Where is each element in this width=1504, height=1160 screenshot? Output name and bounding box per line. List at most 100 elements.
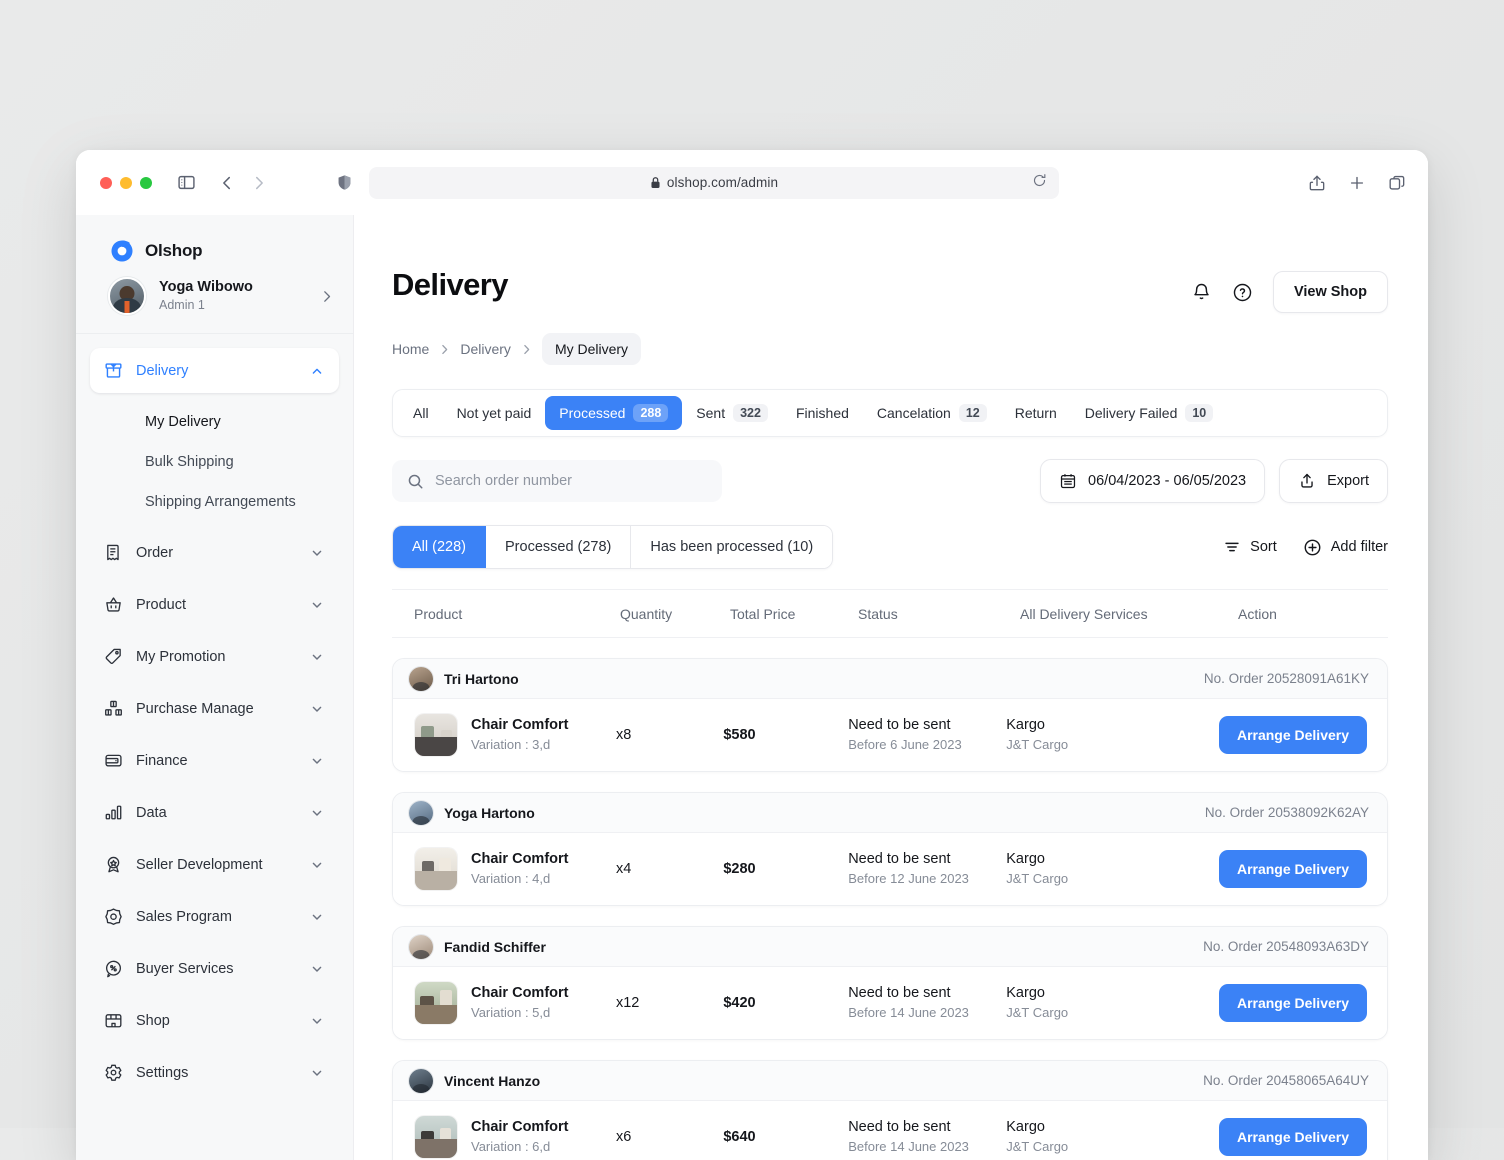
chevron-down-icon[interactable] bbox=[309, 857, 325, 873]
shield-icon[interactable] bbox=[336, 174, 353, 191]
chevron-down-icon[interactable] bbox=[309, 909, 325, 925]
chevron-up-icon[interactable] bbox=[309, 363, 325, 379]
total-price-cell: $280 bbox=[723, 861, 756, 877]
chevron-right-icon[interactable] bbox=[318, 288, 335, 305]
chevron-down-icon[interactable] bbox=[309, 545, 325, 561]
breadcrumb-home[interactable]: Home bbox=[392, 341, 429, 357]
order-body: Chair Comfort Variation : 3,d x8 $580 Ne… bbox=[393, 699, 1387, 771]
sidebar-item-order[interactable]: Order bbox=[90, 530, 339, 575]
chevron-down-icon[interactable] bbox=[309, 701, 325, 717]
chevron-down-icon[interactable] bbox=[309, 1065, 325, 1081]
total-price-cell: $640 bbox=[723, 1129, 756, 1145]
maximize-window-button[interactable] bbox=[140, 176, 152, 189]
product-variation: Variation : 6,d bbox=[471, 1138, 551, 1154]
segment-has-been-processed[interactable]: Has been processed (10) bbox=[631, 526, 833, 568]
sidebar-item-shop[interactable]: Shop bbox=[90, 998, 339, 1043]
sidebar-item-seller-development[interactable]: Seller Development bbox=[90, 842, 339, 887]
address-bar[interactable]: olshop.com/admin bbox=[369, 166, 1059, 199]
chevron-down-icon[interactable] bbox=[309, 805, 325, 821]
sidebar-item-purchase-manage[interactable]: Purchase Manage bbox=[90, 686, 339, 731]
sidebar-item-bulk-shipping[interactable]: Bulk Shipping bbox=[90, 442, 339, 482]
help-circle-icon[interactable] bbox=[1232, 282, 1253, 303]
status-tab-bar: All Not yet paid Processed 288 Sent 322 … bbox=[392, 389, 1388, 437]
browser-actions bbox=[1248, 174, 1406, 192]
tab-delivery-failed[interactable]: Delivery Failed 10 bbox=[1071, 396, 1228, 430]
chevron-down-icon[interactable] bbox=[309, 649, 325, 665]
plus-icon[interactable] bbox=[1348, 174, 1366, 192]
sidebar-item-delivery[interactable]: Delivery bbox=[90, 348, 339, 393]
sidebar-item-settings[interactable]: Settings bbox=[90, 1050, 339, 1095]
tab-return[interactable]: Return bbox=[1001, 396, 1071, 430]
buyer[interactable]: Yoga Hartono bbox=[409, 800, 535, 825]
sidebar-item-buyer-services[interactable]: Buyer Services bbox=[90, 946, 339, 991]
tabs-overview-icon[interactable] bbox=[1388, 174, 1406, 192]
basket-icon bbox=[103, 595, 123, 615]
tab-processed[interactable]: Processed 288 bbox=[545, 396, 683, 430]
sidebar-item-label: Buyer Services bbox=[136, 960, 234, 977]
chevron-down-icon[interactable] bbox=[309, 597, 325, 613]
quantity-cell: x8 bbox=[615, 727, 632, 743]
search-box[interactable] bbox=[392, 460, 722, 502]
search-input[interactable] bbox=[435, 473, 707, 489]
sidebar-item-finance[interactable]: Finance bbox=[90, 738, 339, 783]
chevron-right-icon bbox=[520, 343, 533, 356]
view-shop-button[interactable]: View Shop bbox=[1272, 271, 1388, 313]
bell-icon[interactable] bbox=[1191, 282, 1212, 303]
arrange-delivery-button[interactable]: Arrange Delivery bbox=[1218, 984, 1368, 1022]
buyer[interactable]: Fandid Schiffer bbox=[409, 934, 546, 959]
tag-icon bbox=[103, 647, 123, 667]
buyer[interactable]: Vincent Hanzo bbox=[409, 1068, 540, 1093]
sidebar-toggle-icon[interactable] bbox=[177, 173, 196, 192]
arrange-delivery-button[interactable]: Arrange Delivery bbox=[1218, 1118, 1368, 1156]
avatar bbox=[108, 277, 146, 315]
add-filter-button[interactable]: Add filter bbox=[1303, 538, 1388, 557]
service-type: Kargo bbox=[1006, 851, 1045, 868]
back-icon[interactable] bbox=[218, 174, 236, 192]
tab-all[interactable]: All bbox=[399, 396, 443, 430]
product-text: Chair Comfort Variation : 4,d bbox=[471, 849, 568, 888]
sidebar-item-data[interactable]: Data bbox=[90, 790, 339, 835]
close-window-button[interactable] bbox=[100, 176, 112, 189]
column-status: Status bbox=[858, 605, 898, 622]
segment-all[interactable]: All (228) bbox=[393, 526, 486, 568]
arrange-delivery-button[interactable]: Arrange Delivery bbox=[1218, 850, 1368, 888]
order-body: Chair Comfort Variation : 6,d x6 $640 Ne… bbox=[393, 1101, 1387, 1160]
tab-finished[interactable]: Finished bbox=[782, 396, 863, 430]
date-range-picker[interactable]: 06/04/2023 - 06/05/2023 bbox=[1040, 459, 1266, 503]
toolbar-right: 06/04/2023 - 06/05/2023 Export bbox=[1040, 459, 1388, 503]
sidebar-item-my-delivery[interactable]: My Delivery bbox=[90, 402, 339, 442]
table-row: Fandid Schiffer No. Order 20548093A63DY … bbox=[392, 926, 1388, 1040]
sidebar-item-my-promotion[interactable]: My Promotion bbox=[90, 634, 339, 679]
buyer[interactable]: Tri Hartono bbox=[409, 666, 519, 691]
brand[interactable]: Olshop bbox=[76, 215, 353, 263]
tab-cancelation[interactable]: Cancelation 12 bbox=[863, 396, 1001, 430]
segment-processed[interactable]: Processed (278) bbox=[486, 526, 632, 568]
sidebar-item-label: Settings bbox=[136, 1064, 189, 1081]
action-cell: Arrange Delivery bbox=[1218, 850, 1387, 888]
sort-button[interactable]: Sort bbox=[1223, 538, 1277, 556]
minimize-window-button[interactable] bbox=[120, 176, 132, 189]
sidebar-item-shipping-arrangements[interactable]: Shipping Arrangements bbox=[90, 482, 339, 522]
user-profile[interactable]: Yoga Wibowo Admin 1 bbox=[76, 263, 353, 334]
tab-sent[interactable]: Sent 322 bbox=[682, 396, 782, 430]
breadcrumb: Home Delivery My Delivery bbox=[392, 333, 1388, 365]
breadcrumb-my-delivery[interactable]: My Delivery bbox=[541, 333, 642, 365]
sidebar-item-label: Data bbox=[136, 804, 167, 821]
delivery-service-cell: Kargo J&T Cargo bbox=[1006, 983, 1219, 1022]
chevron-down-icon[interactable] bbox=[309, 753, 325, 769]
share-icon[interactable] bbox=[1308, 174, 1326, 192]
export-button[interactable]: Export bbox=[1279, 459, 1388, 503]
chevron-down-icon[interactable] bbox=[309, 1013, 325, 1029]
tab-not-yet-paid[interactable]: Not yet paid bbox=[443, 396, 546, 430]
reload-icon[interactable] bbox=[1032, 173, 1047, 193]
url-text: olshop.com/admin bbox=[666, 175, 779, 190]
chevron-down-icon[interactable] bbox=[309, 961, 325, 977]
breadcrumb-delivery[interactable]: Delivery bbox=[460, 341, 511, 357]
window-controls bbox=[100, 176, 152, 189]
forward-icon[interactable] bbox=[250, 174, 268, 192]
sidebar-item-label: Purchase Manage bbox=[136, 700, 254, 717]
tab-label: Processed bbox=[559, 405, 626, 421]
arrange-delivery-button[interactable]: Arrange Delivery bbox=[1218, 716, 1368, 754]
sidebar-item-product[interactable]: Product bbox=[90, 582, 339, 627]
sidebar-item-sales-program[interactable]: Sales Program bbox=[90, 894, 339, 939]
